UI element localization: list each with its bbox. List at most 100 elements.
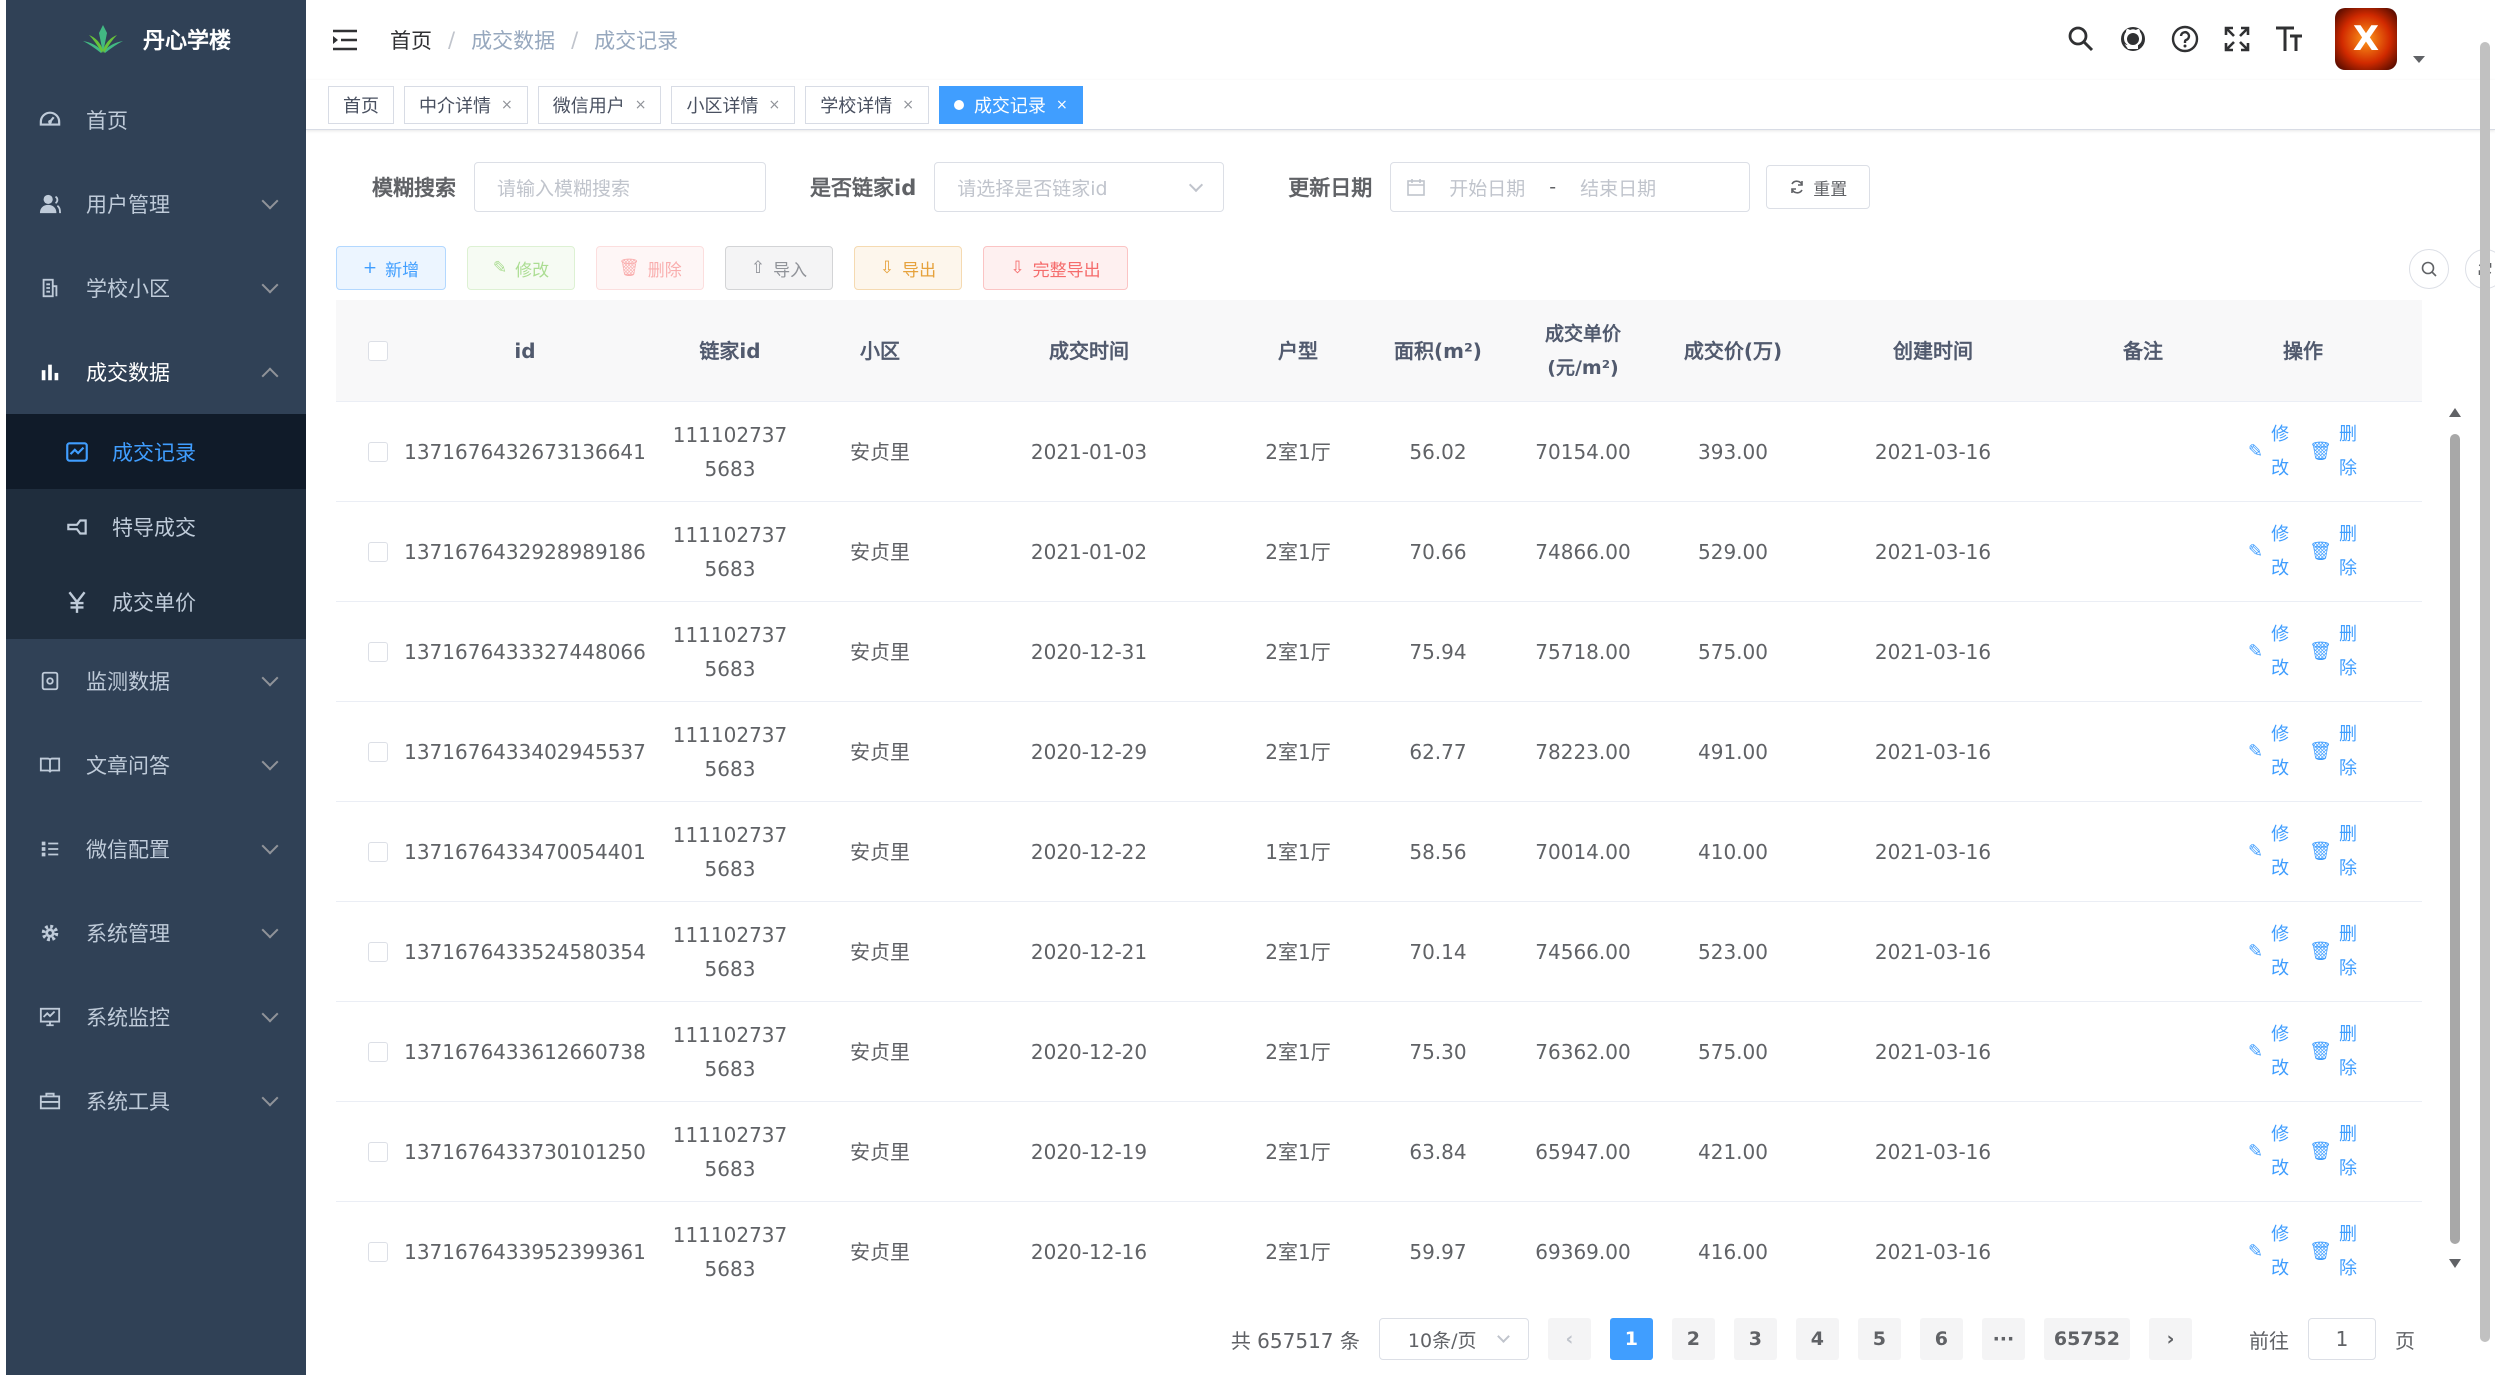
sidebar-item-system[interactable]: 系统管理 bbox=[6, 891, 306, 975]
page-button-last[interactable]: 65752 bbox=[2043, 1318, 2130, 1360]
font-size-icon[interactable] bbox=[2273, 23, 2305, 55]
row-edit-button[interactable]: ✎ 修改 bbox=[2248, 618, 2291, 686]
scroll-down-arrow-icon[interactable] bbox=[2449, 1259, 2461, 1268]
scrollbar-thumb[interactable] bbox=[2450, 434, 2460, 1244]
row-edit-button[interactable]: ✎ 修改 bbox=[2248, 1018, 2291, 1086]
row-checkbox[interactable] bbox=[368, 541, 388, 562]
search-icon[interactable] bbox=[2065, 23, 2097, 55]
tag-community-detail[interactable]: 小区详情 × bbox=[671, 85, 796, 124]
tag-wechat-user[interactable]: 微信用户 × bbox=[537, 85, 662, 124]
close-icon[interactable]: × bbox=[768, 97, 780, 113]
row-edit-button[interactable]: ✎ 修改 bbox=[2248, 918, 2291, 986]
toggle-search-button[interactable] bbox=[2409, 249, 2449, 289]
table-scrollbar[interactable] bbox=[2449, 408, 2461, 1268]
close-icon[interactable]: × bbox=[635, 97, 647, 113]
row-delete-button[interactable]: 🗑 删除 bbox=[2309, 518, 2358, 586]
edit-button[interactable]: ✎ 修改 bbox=[467, 246, 575, 290]
fullscreen-icon[interactable] bbox=[2221, 23, 2253, 55]
scroll-up-arrow-icon[interactable] bbox=[2449, 408, 2461, 417]
lianjia-select[interactable]: 请选择是否链家id bbox=[934, 162, 1225, 212]
sidebar-item-home[interactable]: 首页 bbox=[6, 78, 306, 162]
sidebar-item-sys-monitor[interactable]: 系统监控 bbox=[6, 975, 306, 1059]
col-header[interactable]: id bbox=[420, 334, 630, 368]
sidebar-item-monitor-data[interactable]: 监测数据 bbox=[6, 639, 306, 723]
page-button[interactable]: 2 bbox=[1671, 1318, 1715, 1360]
github-icon[interactable] bbox=[2117, 23, 2149, 55]
row-checkbox[interactable] bbox=[368, 1241, 388, 1262]
avatar[interactable]: X bbox=[2335, 8, 2397, 70]
row-edit-button[interactable]: ✎ 修改 bbox=[2248, 818, 2291, 886]
sidebar-item-users[interactable]: 用户管理 bbox=[6, 162, 306, 246]
row-checkbox[interactable] bbox=[368, 1041, 388, 1062]
close-icon[interactable]: × bbox=[902, 97, 914, 113]
row-delete-button[interactable]: 🗑 删除 bbox=[2309, 418, 2358, 486]
col-header[interactable]: 备注 bbox=[2038, 334, 2248, 368]
breadcrumb-item[interactable]: 成交数据 bbox=[471, 25, 555, 55]
page-size-select[interactable]: 10条/页 bbox=[1378, 1318, 1529, 1360]
col-header[interactable]: 户型 bbox=[1248, 334, 1348, 368]
more-pages-button[interactable]: ··· bbox=[1981, 1318, 2025, 1360]
row-delete-button[interactable]: 🗑 删除 bbox=[2309, 1218, 2358, 1279]
row-delete-button[interactable]: 🗑 删除 bbox=[2309, 718, 2358, 786]
breadcrumb-item[interactable]: 首页 bbox=[390, 25, 432, 55]
row-edit-button[interactable]: ✎ 修改 bbox=[2248, 718, 2291, 786]
page-button[interactable]: 5 bbox=[1857, 1318, 1901, 1360]
row-delete-button[interactable]: 🗑 删除 bbox=[2309, 818, 2358, 886]
row-checkbox[interactable] bbox=[368, 641, 388, 662]
page-button[interactable]: 3 bbox=[1733, 1318, 1777, 1360]
sidebar-item-articles[interactable]: 文章问答 bbox=[6, 723, 306, 807]
row-delete-button[interactable]: 🗑 删除 bbox=[2309, 1018, 2358, 1086]
fuzzy-search-input[interactable]: 请输入模糊搜索 bbox=[474, 162, 766, 212]
row-delete-button[interactable]: 🗑 删除 bbox=[2309, 1118, 2358, 1186]
row-edit-button[interactable]: ✎ 修改 bbox=[2248, 1218, 2291, 1279]
tag-agent-detail[interactable]: 中介详情 × bbox=[404, 85, 528, 124]
sidebar-item-deal-record[interactable]: 成交记录 bbox=[6, 414, 306, 489]
delete-button[interactable]: 🗑 删除 bbox=[596, 246, 704, 290]
close-icon[interactable]: × bbox=[1056, 97, 1068, 113]
help-icon[interactable] bbox=[2169, 23, 2201, 55]
col-header[interactable]: 成交单价(元/m²) bbox=[1528, 317, 1638, 385]
col-header[interactable]: 创建时间 bbox=[1828, 334, 2038, 368]
export-button[interactable]: ⇩ 导出 bbox=[854, 246, 962, 290]
sidebar-item-deal-data[interactable]: 成交数据 bbox=[6, 330, 306, 414]
add-button[interactable]: + 新增 bbox=[336, 246, 446, 290]
col-header[interactable]: 小区 bbox=[830, 334, 930, 368]
row-delete-button[interactable]: 🗑 删除 bbox=[2309, 618, 2358, 686]
col-header[interactable]: 成交价(万) bbox=[1638, 334, 1828, 368]
goto-page-input[interactable]: 1 bbox=[2308, 1318, 2376, 1360]
col-header[interactable]: 面积(m²) bbox=[1348, 334, 1528, 368]
next-page-button[interactable]: › bbox=[2149, 1318, 2192, 1360]
row-edit-button[interactable]: ✎ 修改 bbox=[2248, 418, 2291, 486]
import-button[interactable]: ⇧ 导入 bbox=[725, 246, 833, 290]
page-button[interactable]: 6 bbox=[1919, 1318, 1963, 1360]
select-all-checkbox[interactable] bbox=[368, 340, 388, 361]
sidebar-item-special-deal[interactable]: 特导成交 bbox=[6, 489, 306, 564]
tag-school-detail[interactable]: 学校详情 × bbox=[805, 85, 929, 124]
row-checkbox[interactable] bbox=[368, 441, 388, 462]
row-checkbox[interactable] bbox=[368, 941, 388, 962]
row-checkbox[interactable] bbox=[368, 741, 388, 762]
close-icon[interactable]: × bbox=[501, 97, 513, 113]
prev-page-button[interactable]: ‹ bbox=[1547, 1318, 1591, 1360]
row-delete-button[interactable]: 🗑 删除 bbox=[2309, 918, 2358, 986]
reset-button[interactable]: 重置 bbox=[1766, 165, 1871, 209]
page-button[interactable]: 4 bbox=[1795, 1318, 1839, 1360]
date-range-picker[interactable]: 开始日期 - 结束日期 bbox=[1390, 162, 1751, 212]
sidebar-item-wechat[interactable]: 微信配置 bbox=[6, 807, 306, 891]
row-edit-button[interactable]: ✎ 修改 bbox=[2248, 1118, 2291, 1186]
col-header[interactable]: 成交时间 bbox=[930, 334, 1248, 368]
sidebar-item-tools[interactable]: 系统工具 bbox=[6, 1059, 306, 1143]
sidebar-item-unit-price[interactable]: 成交单价 bbox=[6, 564, 306, 639]
sidebar-logo[interactable]: 丹心学楼 bbox=[6, 0, 306, 78]
page-button[interactable]: 1 bbox=[1609, 1318, 1653, 1360]
window-scrollbar-thumb[interactable] bbox=[2480, 42, 2490, 1342]
row-edit-button[interactable]: ✎ 修改 bbox=[2248, 518, 2291, 586]
window-scrollbar[interactable] bbox=[2479, 30, 2491, 1360]
col-header[interactable]: 链家id bbox=[630, 334, 830, 368]
tag-home[interactable]: 首页 bbox=[328, 85, 394, 124]
row-checkbox[interactable] bbox=[368, 1141, 388, 1162]
row-checkbox[interactable] bbox=[368, 841, 388, 862]
hamburger-icon[interactable] bbox=[330, 25, 360, 55]
caret-down-icon[interactable] bbox=[2413, 55, 2425, 63]
sidebar-item-school[interactable]: 学校小区 bbox=[6, 246, 306, 330]
